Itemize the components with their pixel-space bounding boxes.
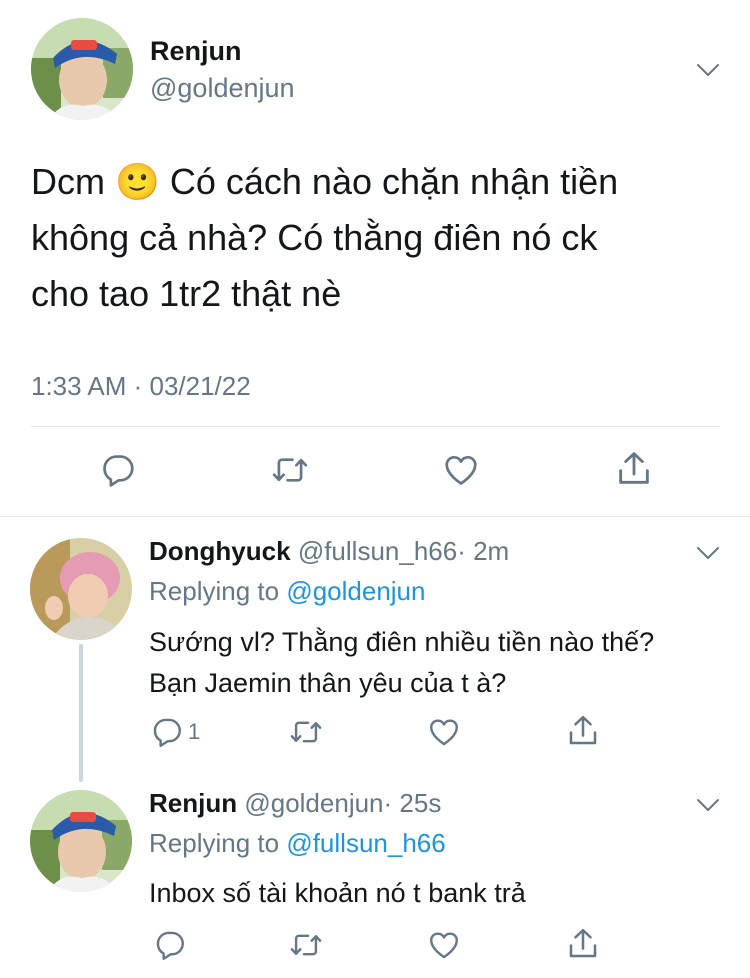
author-handle[interactable]: @goldenjun	[150, 73, 295, 104]
author-name[interactable]: Donghyuck	[149, 536, 291, 566]
reply-time[interactable]: · 25s	[384, 788, 442, 818]
author-name[interactable]: Renjun	[150, 36, 242, 67]
reply-text: Sướng vl? Thằng điên nhiều tiền nào thế?…	[149, 622, 654, 704]
reply-text: Inbox số tài khoản nó t bank trả	[149, 873, 526, 914]
reply-text-line: Bạn Jaemin thân yêu của t à?	[149, 668, 507, 698]
replying-to-label: Replying to	[149, 828, 280, 858]
replying-to: Replying to @goldenjun	[149, 576, 425, 607]
reply-text-line: Inbox số tài khoản nó t bank trả	[149, 878, 526, 908]
tweet-text-line: cho tao 1tr2 thật nè	[31, 273, 342, 314]
author-handle[interactable]: @fullsun_h66	[298, 536, 457, 566]
replying-to-handle[interactable]: @goldenjun	[286, 576, 425, 606]
tweet-text-line: Dcm	[31, 161, 105, 202]
reply-count: 1	[188, 719, 201, 744]
replying-to: Replying to @fullsun_h66	[149, 828, 446, 859]
share-icon[interactable]	[565, 926, 601, 962]
retweet-icon[interactable]	[270, 451, 310, 489]
like-icon[interactable]	[442, 451, 480, 489]
smiley-emoji-icon: 🙂	[115, 161, 160, 202]
reply-icon[interactable]	[150, 715, 184, 749]
reply-icon[interactable]	[99, 451, 137, 489]
reply-action[interactable]: 1	[150, 715, 200, 749]
author-name[interactable]: Renjun	[149, 788, 237, 818]
reply-time[interactable]: · 2m	[457, 536, 509, 566]
reply-header: Renjun @goldenjun· 25s	[149, 788, 441, 819]
like-icon[interactable]	[427, 928, 461, 962]
tweet-text-line: Có cách nào chặn nhận tiền	[169, 161, 619, 202]
tweet-text-line: không cả nhà? Có thằng điên nó ck	[31, 217, 598, 258]
reply-header: Donghyuck @fullsun_h66· 2m	[149, 536, 509, 567]
divider	[0, 516, 750, 517]
avatar[interactable]	[30, 538, 132, 640]
chevron-down-icon[interactable]	[695, 797, 721, 813]
avatar[interactable]	[30, 790, 132, 892]
replying-to-handle[interactable]: @fullsun_h66	[286, 828, 445, 858]
replying-to-label: Replying to	[149, 576, 280, 606]
tweet-text: Dcm 🙂 Có cách nào chặn nhận tiền không c…	[31, 154, 731, 322]
author-handle[interactable]: @goldenjun	[244, 788, 383, 818]
chevron-down-icon[interactable]	[695, 545, 721, 561]
share-icon[interactable]	[614, 449, 654, 489]
like-icon[interactable]	[427, 715, 461, 749]
divider	[31, 426, 720, 427]
avatar[interactable]	[31, 18, 133, 120]
chevron-down-icon[interactable]	[695, 62, 721, 78]
retweet-icon[interactable]	[288, 928, 324, 962]
retweet-icon[interactable]	[288, 715, 324, 749]
reply-icon[interactable]	[153, 928, 187, 962]
reply-text-line: Sướng vl? Thằng điên nhiều tiền nào thế?	[149, 627, 655, 657]
share-icon[interactable]	[565, 713, 601, 749]
thread-line	[79, 644, 83, 782]
tweet-timestamp[interactable]: 1:33 AM · 03/21/22	[31, 371, 251, 402]
